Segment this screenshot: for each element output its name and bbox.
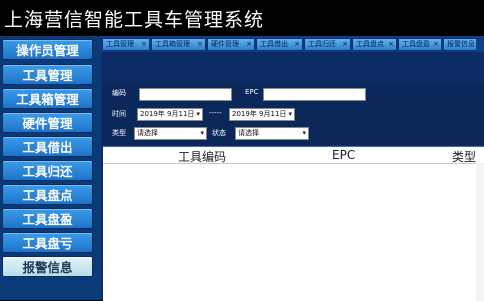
column-header-epc[interactable]: EPC bbox=[332, 148, 355, 162]
tab-strip: 工具管理 × 工具箱管理 × 硬件管理 × 工具借出 × 工具归还 × 工具盘点… bbox=[101, 36, 484, 52]
table-header: 工具编码 EPC 类型 bbox=[103, 147, 484, 164]
epc-label: EPC bbox=[245, 88, 259, 96]
results-table: 工具编码 EPC 类型 bbox=[103, 146, 484, 301]
sidebar-item-toolbox-management[interactable]: 工具箱管理 bbox=[2, 88, 93, 109]
chevron-down-icon: ▾ bbox=[302, 129, 306, 137]
date-to-picker[interactable]: 2019年 9月11日 ▾ bbox=[229, 108, 295, 121]
tab-tool-surplus[interactable]: 工具盘盈 × bbox=[398, 38, 442, 51]
sidebar-item-tool-surplus[interactable]: 工具盘盈 bbox=[2, 208, 93, 229]
tab-label: 工具箱管理 bbox=[155, 40, 190, 48]
epc-input[interactable] bbox=[263, 88, 366, 101]
code-input[interactable] bbox=[139, 88, 232, 101]
date-from-picker[interactable]: 2019年 9月11日 ▾ bbox=[137, 108, 203, 121]
close-icon[interactable]: × bbox=[141, 39, 147, 50]
tab-tool-management[interactable]: 工具管理 × bbox=[102, 38, 150, 51]
tab-toolbox-management[interactable]: 工具箱管理 × bbox=[151, 38, 206, 51]
tab-label: 工具管理 bbox=[106, 40, 134, 48]
tab-tool-inventory[interactable]: 工具盘点 × bbox=[352, 38, 397, 51]
close-icon[interactable]: × bbox=[246, 39, 252, 50]
tab-label: 报警信息 bbox=[447, 40, 475, 48]
sidebar-item-tool-lend[interactable]: 工具借出 bbox=[2, 136, 93, 157]
sidebar-item-hardware-management[interactable]: 硬件管理 bbox=[2, 112, 93, 133]
tab-label: 工具盘点 bbox=[356, 40, 384, 48]
type-label: 类型 bbox=[112, 129, 126, 137]
column-header-type[interactable]: 类型 bbox=[452, 148, 476, 165]
type-select-value: 请选择 bbox=[137, 129, 158, 137]
sidebar-item-alarm-info[interactable]: 报警信息 bbox=[2, 256, 93, 277]
column-header-tool-code[interactable]: 工具编码 bbox=[178, 148, 226, 165]
type-select[interactable]: 请选择 ▾ bbox=[134, 127, 207, 140]
filter-panel: 编码 EPC 时间 2019年 9月11日 ▾ ----- 2019年 9月11… bbox=[103, 83, 484, 145]
main-panel: 工具管理 × 工具箱管理 × 硬件管理 × 工具借出 × 工具归还 × 工具盘点… bbox=[101, 36, 484, 301]
tab-alarm-info[interactable]: 报警信息 bbox=[443, 38, 479, 51]
tab-scroll-arrow[interactable] bbox=[476, 38, 484, 51]
tab-tool-lend[interactable]: 工具借出 × bbox=[256, 38, 303, 51]
sidebar-item-tool-return[interactable]: 工具归还 bbox=[2, 160, 93, 181]
sidebar-item-tool-management[interactable]: 工具管理 bbox=[2, 64, 93, 85]
date-to-value: 2019年 9月11日 bbox=[232, 110, 287, 118]
chevron-down-icon: ▾ bbox=[200, 129, 204, 137]
close-icon[interactable]: × bbox=[388, 39, 394, 50]
app-title: 上海营信智能工具车管理系统 bbox=[4, 9, 265, 31]
tab-label: 工具盘盈 bbox=[402, 40, 430, 48]
close-icon[interactable]: × bbox=[433, 39, 439, 50]
title-bar: 上海营信智能工具车管理系统 bbox=[0, 0, 484, 36]
date-range-separator: ----- bbox=[209, 109, 222, 117]
sidebar: 操作员管理 工具管理 工具箱管理 硬件管理 工具借出 工具归还 工具盘点 工具盘… bbox=[0, 36, 101, 300]
sidebar-item-tool-inventory[interactable]: 工具盘点 bbox=[2, 184, 93, 205]
sidebar-item-tool-shortage[interactable]: 工具盘亏 bbox=[2, 232, 93, 253]
tab-label: 工具借出 bbox=[260, 40, 288, 48]
status-label: 状态 bbox=[212, 129, 226, 137]
table-body bbox=[476, 163, 484, 301]
code-label: 编码 bbox=[112, 89, 126, 97]
time-label: 时间 bbox=[112, 110, 126, 118]
status-select[interactable]: 请选择 ▾ bbox=[235, 127, 309, 140]
chevron-down-icon: ▾ bbox=[196, 110, 200, 118]
date-from-value: 2019年 9月11日 bbox=[140, 110, 195, 118]
tab-hardware-management[interactable]: 硬件管理 × bbox=[207, 38, 255, 51]
close-icon[interactable]: × bbox=[197, 39, 203, 50]
sidebar-item-operator-management[interactable]: 操作员管理 bbox=[2, 39, 93, 60]
tab-tool-return[interactable]: 工具归还 × bbox=[304, 38, 351, 51]
close-icon[interactable]: × bbox=[294, 39, 300, 50]
tab-label: 工具归还 bbox=[308, 40, 336, 48]
chevron-down-icon: ▾ bbox=[288, 110, 292, 118]
status-select-value: 请选择 bbox=[238, 129, 259, 137]
tab-label: 硬件管理 bbox=[211, 40, 239, 48]
close-icon[interactable]: × bbox=[342, 39, 348, 50]
